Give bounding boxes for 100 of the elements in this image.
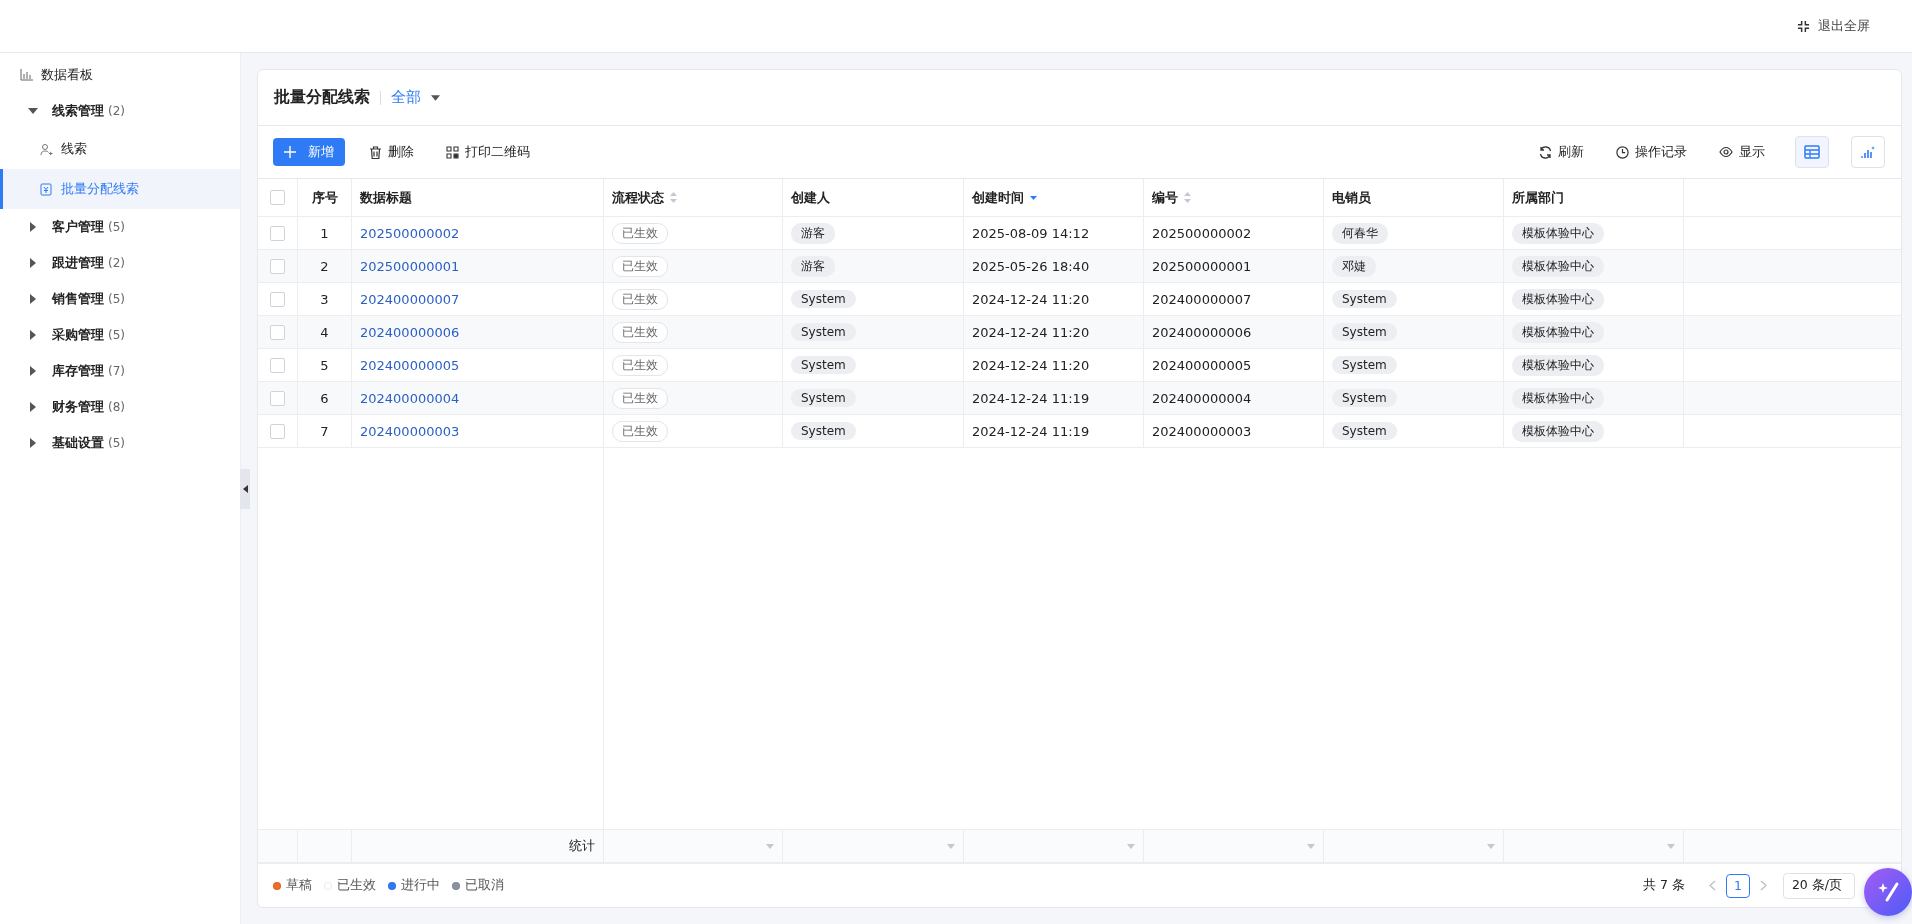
plus-icon xyxy=(284,146,296,158)
count-label: (5) xyxy=(108,436,125,450)
status-tag: 已生效 xyxy=(612,354,668,376)
print-qr-button[interactable]: 打印二维码 xyxy=(438,138,538,166)
legend-label: 已取消 xyxy=(465,877,504,894)
column-header[interactable]: 数据标题 xyxy=(360,188,412,207)
delete-button[interactable]: 删除 xyxy=(361,138,422,166)
table-cell: 2024-12-24 11:20 xyxy=(972,291,1090,307)
record-link[interactable]: 202400000007 xyxy=(360,291,460,307)
user-tag: System xyxy=(791,356,856,374)
user-tag: 游客 xyxy=(791,222,835,244)
exit-fullscreen-button[interactable]: 退出全屏 xyxy=(1791,16,1876,36)
sidebar-group[interactable]: 财务管理 (8) xyxy=(0,389,240,425)
bar-chart-icon xyxy=(1860,145,1876,159)
user-tag: System xyxy=(1332,422,1397,440)
column-header[interactable]: 电销员 xyxy=(1332,188,1371,207)
row-number: 6 xyxy=(320,390,329,406)
sidebar-group[interactable]: 客户管理 (5) xyxy=(0,209,240,245)
sidebar-group[interactable]: 采购管理 (5) xyxy=(0,317,240,353)
row-checkbox[interactable] xyxy=(270,258,285,274)
collapse-handle[interactable] xyxy=(240,469,250,509)
sidebar-group[interactable]: 线索管理 (2) xyxy=(0,93,240,129)
next-page-icon[interactable] xyxy=(1759,880,1767,891)
history-button[interactable]: 操作记录 xyxy=(1608,138,1695,166)
table-cell: 2025-05-26 18:40 xyxy=(972,258,1090,274)
refresh-button[interactable]: 刷新 xyxy=(1531,138,1592,166)
table-cell: 2024-12-24 11:20 xyxy=(972,357,1090,373)
user-tag: 模板体验中心 xyxy=(1512,420,1604,442)
sidebar-item[interactable]: 线索 xyxy=(0,129,240,169)
sidebar-item[interactable]: 批量分配线索 xyxy=(0,169,240,209)
add-button[interactable]: 新增 xyxy=(273,138,345,166)
row-checkbox[interactable] xyxy=(270,357,285,373)
column-header[interactable]: 编号 xyxy=(1152,188,1191,207)
table-cell: 202400000003 xyxy=(1152,423,1252,439)
user-tag: 游客 xyxy=(791,255,835,277)
row-checkbox[interactable] xyxy=(270,225,285,241)
record-link[interactable]: 202400000005 xyxy=(360,357,460,373)
user-tag: 模板体验中心 xyxy=(1512,321,1604,343)
user-tag: 模板体验中心 xyxy=(1512,288,1604,310)
page-title: 批量分配线索 xyxy=(274,87,370,108)
eye-icon xyxy=(1719,146,1733,158)
count-label: (8) xyxy=(108,400,125,414)
row-checkbox[interactable] xyxy=(270,390,285,406)
dropdown-caret-icon[interactable] xyxy=(947,843,955,849)
filter-dropdown[interactable]: 全部 xyxy=(391,88,440,107)
user-tag: System xyxy=(1332,356,1397,374)
caret-icon xyxy=(431,94,440,101)
record-link[interactable]: 202400000003 xyxy=(360,423,460,439)
status-tag: 已生效 xyxy=(612,255,668,277)
count-label: (7) xyxy=(108,364,125,378)
user-tag: System xyxy=(1332,323,1397,341)
user-tag: System xyxy=(1332,290,1397,308)
user-tag: System xyxy=(791,323,856,341)
dropdown-caret-icon[interactable] xyxy=(1307,843,1315,849)
user-tag: 模板体验中心 xyxy=(1512,255,1604,277)
legend-label: 进行中 xyxy=(401,877,440,894)
dropdown-caret-icon[interactable] xyxy=(1487,843,1495,849)
dropdown-caret-icon[interactable] xyxy=(1667,843,1675,849)
eye-button[interactable]: 显示 xyxy=(1711,138,1773,166)
row-checkbox[interactable] xyxy=(270,291,285,307)
record-link[interactable]: 202400000004 xyxy=(360,390,460,406)
row-number: 5 xyxy=(320,357,329,373)
count-label: (5) xyxy=(108,292,125,306)
row-number: 3 xyxy=(320,291,329,307)
column-header[interactable]: 序号 xyxy=(311,188,338,207)
column-header[interactable]: 流程状态 xyxy=(612,188,677,207)
count-label: (5) xyxy=(108,220,125,234)
sidebar-group[interactable]: 销售管理 (5) xyxy=(0,281,240,317)
table-cell: 202400000005 xyxy=(1152,357,1252,373)
column-header[interactable]: 创建人 xyxy=(791,188,830,207)
status-tag: 已生效 xyxy=(612,222,668,244)
qr-code-icon xyxy=(446,145,459,159)
dropdown-caret-icon[interactable] xyxy=(766,843,774,849)
user-tag: 模板体验中心 xyxy=(1512,222,1604,244)
dropdown-caret-icon[interactable] xyxy=(1127,843,1135,849)
row-checkbox[interactable] xyxy=(270,423,285,439)
sidebar-group[interactable]: 基础设置 (5) xyxy=(0,425,240,461)
ai-assistant-button[interactable] xyxy=(1864,868,1912,916)
row-number: 4 xyxy=(320,324,329,340)
count-label: (2) xyxy=(108,104,125,118)
user-tag: System xyxy=(1332,389,1397,407)
page-size-select[interactable]: 20 条/页 xyxy=(1782,872,1855,899)
previous-page-icon[interactable] xyxy=(1708,880,1716,891)
chart-view-button[interactable] xyxy=(1851,136,1885,168)
select-all-checkbox[interactable] xyxy=(270,190,285,205)
column-header[interactable]: 创建时间 xyxy=(972,188,1037,207)
sidebar-item[interactable]: 数据看板 xyxy=(0,57,240,93)
bar-chart-icon xyxy=(20,69,33,81)
row-checkbox[interactable] xyxy=(270,324,285,340)
record-link[interactable]: 202500000002 xyxy=(360,225,460,241)
record-link[interactable]: 202500000001 xyxy=(360,258,460,274)
column-header[interactable]: 所属部门 xyxy=(1512,188,1564,207)
table-view-button[interactable] xyxy=(1795,136,1829,168)
sidebar-group[interactable]: 库存管理 (7) xyxy=(0,353,240,389)
status-tag: 已生效 xyxy=(612,321,668,343)
clock-icon xyxy=(1616,145,1629,159)
record-link[interactable]: 202400000006 xyxy=(360,324,460,340)
sidebar-group[interactable]: 跟进管理 (2) xyxy=(0,245,240,281)
row-number: 7 xyxy=(320,423,329,439)
page-button[interactable]: 1 xyxy=(1725,873,1750,898)
